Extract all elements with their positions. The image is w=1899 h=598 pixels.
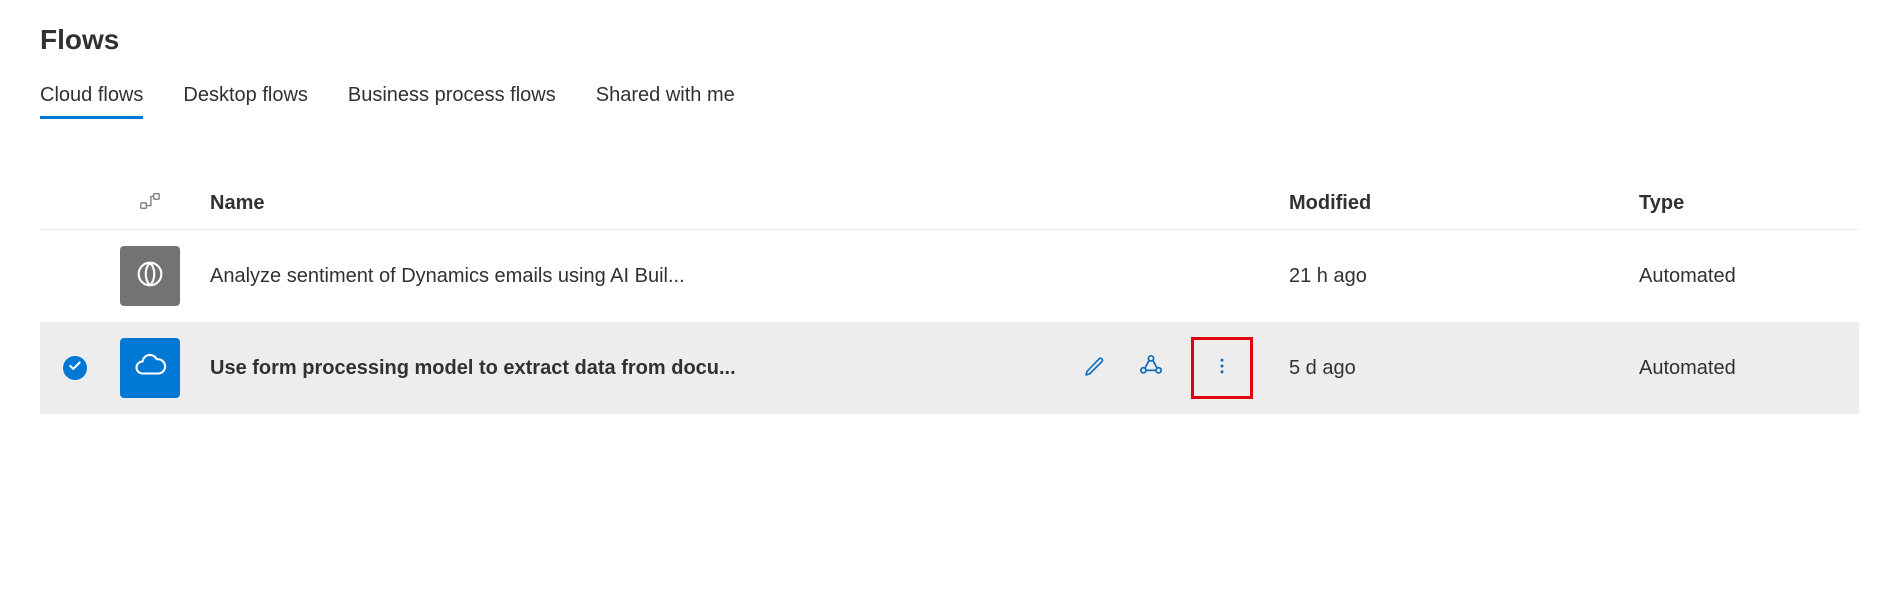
check-icon	[68, 359, 82, 378]
flow-name[interactable]: Analyze sentiment of Dynamics emails usi…	[210, 265, 685, 287]
column-header-name[interactable]: Name	[190, 192, 1079, 215]
tab-business-process-flows[interactable]: Business process flows	[348, 84, 556, 117]
table-row[interactable]: Use form processing model to extract dat…	[40, 322, 1859, 414]
table-row[interactable]: Analyze sentiment of Dynamics emails usi…	[40, 230, 1859, 322]
flow-modified: 5 d ago	[1289, 357, 1356, 379]
pencil-icon	[1083, 354, 1107, 383]
row-selected-check[interactable]	[63, 356, 87, 380]
flow-tile	[120, 246, 180, 306]
more-vertical-icon	[1212, 356, 1232, 381]
tab-shared-with-me[interactable]: Shared with me	[596, 84, 735, 117]
column-header-modified[interactable]: Modified	[1279, 192, 1639, 215]
tab-cloud-flows[interactable]: Cloud flows	[40, 84, 143, 117]
flow-type: Automated	[1639, 265, 1736, 287]
share-icon	[1138, 353, 1164, 384]
edit-button[interactable]	[1079, 352, 1111, 384]
flow-name[interactable]: Use form processing model to extract dat…	[210, 357, 736, 379]
share-button[interactable]	[1135, 352, 1167, 384]
flow-tile	[120, 338, 180, 398]
tab-desktop-flows[interactable]: Desktop flows	[183, 84, 308, 117]
onedrive-icon	[132, 348, 168, 389]
flow-type: Automated	[1639, 357, 1736, 379]
more-actions-button[interactable]	[1206, 352, 1238, 384]
flows-table: Name Modified Type	[40, 178, 1859, 414]
column-header-type[interactable]: Type	[1639, 192, 1859, 215]
table-header: Name Modified Type	[40, 178, 1859, 230]
dynamics-icon	[133, 257, 167, 296]
page-title: Flows	[40, 24, 1859, 56]
tabs: Cloud flows Desktop flows Business proce…	[40, 84, 1859, 118]
flow-modified: 21 h ago	[1289, 265, 1367, 287]
more-actions-highlight	[1191, 337, 1253, 399]
flow-type-icon	[139, 190, 161, 217]
